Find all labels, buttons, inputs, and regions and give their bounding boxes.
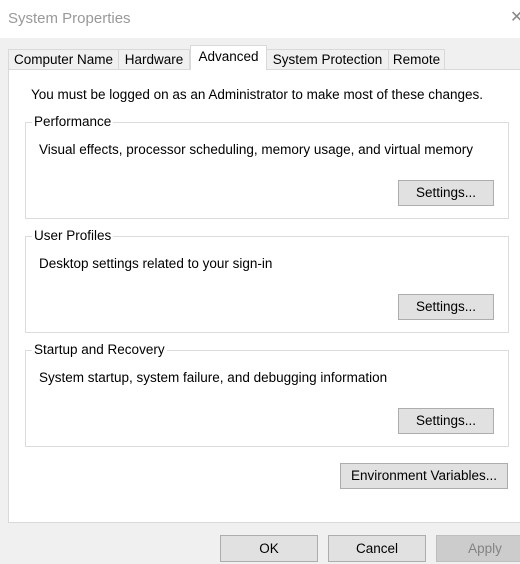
user-profiles-group-label: User Profiles xyxy=(32,228,114,244)
apply-button[interactable]: Apply xyxy=(436,535,520,562)
window-title: System Properties xyxy=(8,10,131,27)
ok-button[interactable]: OK xyxy=(220,535,318,562)
tab-computer-name[interactable]: Computer Name xyxy=(8,49,119,69)
tab-advanced[interactable]: Advanced xyxy=(190,45,267,70)
tab-remote[interactable]: Remote xyxy=(388,49,445,69)
startup-recovery-description: System startup, system failure, and debu… xyxy=(39,370,388,385)
performance-group: Performance Visual effects, processor sc… xyxy=(25,114,509,219)
cancel-button[interactable]: Cancel xyxy=(328,535,426,562)
startup-recovery-settings-button[interactable]: Settings... xyxy=(398,408,494,434)
title-bar: System Properties ✕ xyxy=(0,0,520,38)
performance-group-label: Performance xyxy=(32,114,114,130)
close-icon[interactable]: ✕ xyxy=(510,8,520,28)
user-profiles-settings-button[interactable]: Settings... xyxy=(398,294,494,320)
startup-recovery-group: Startup and Recovery System startup, sys… xyxy=(25,342,509,447)
user-profiles-group: User Profiles Desktop settings related t… xyxy=(25,228,509,333)
startup-recovery-group-label: Startup and Recovery xyxy=(32,342,167,358)
performance-description: Visual effects, processor scheduling, me… xyxy=(39,142,473,157)
user-profiles-description: Desktop settings related to your sign-in xyxy=(39,256,273,271)
tab-hardware[interactable]: Hardware xyxy=(118,49,190,69)
admin-notice: You must be logged on as an Administrato… xyxy=(31,87,484,102)
environment-variables-button[interactable]: Environment Variables... xyxy=(340,463,508,489)
tab-system-protection[interactable]: System Protection xyxy=(266,49,389,69)
performance-settings-button[interactable]: Settings... xyxy=(398,180,494,206)
